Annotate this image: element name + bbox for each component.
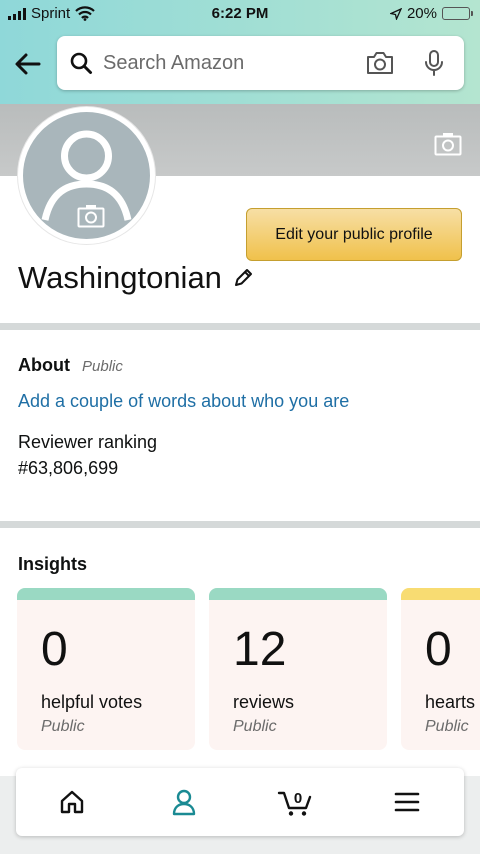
nav-cart[interactable]: 0 (268, 768, 324, 836)
insight-label: helpful votes (41, 692, 143, 712)
home-icon (60, 790, 84, 814)
account-icon (172, 789, 196, 816)
about-title: About (18, 355, 70, 375)
camera-search-icon[interactable] (365, 50, 395, 76)
edit-profile-button[interactable]: Edit your public profile (246, 208, 462, 261)
insight-value: 0 (425, 623, 452, 676)
insight-visibility: Public (233, 718, 277, 735)
nav-account[interactable] (156, 768, 212, 836)
reviewer-ranking-value: #63,806,699 (18, 458, 119, 478)
status-bar: Sprint 6:22 PM 20% (0, 0, 480, 30)
header: Sprint 6:22 PM 20% (0, 0, 480, 104)
menu-icon (394, 792, 420, 812)
cart-count: 0 (294, 790, 302, 807)
add-bio-link[interactable]: Add a couple of words about who you are (18, 391, 349, 412)
card-color-band (209, 588, 387, 600)
insight-visibility: Public (425, 718, 469, 735)
section-divider (0, 521, 480, 528)
insight-card-helpful-votes[interactable]: 0 helpful votes Public (17, 588, 195, 750)
cart-icon: 0 (277, 790, 312, 816)
search-input[interactable] (103, 48, 343, 78)
cover-camera-icon[interactable] (434, 132, 462, 156)
search-icon (70, 52, 92, 74)
about-visibility: Public (82, 358, 123, 375)
profile-name-row: Washingtonian (18, 260, 254, 296)
insight-value: 0 (41, 623, 68, 676)
card-color-band (401, 588, 480, 600)
nav-home[interactable] (44, 768, 100, 836)
pencil-icon[interactable] (232, 267, 254, 289)
battery-label: 20% (406, 5, 437, 22)
insight-value: 12 (233, 623, 287, 676)
bottom-nav: 0 (16, 768, 464, 836)
microphone-icon[interactable] (423, 49, 445, 77)
location-arrow-icon (389, 7, 402, 20)
insight-label: reviews (233, 692, 295, 712)
insights-title: Insights (18, 554, 88, 574)
insight-card-reviews[interactable]: 12 reviews Public (209, 588, 387, 750)
nav-menu[interactable] (379, 768, 435, 836)
avatar-camera-icon[interactable] (77, 204, 105, 228)
avatar[interactable] (18, 107, 155, 244)
back-arrow-icon[interactable] (12, 48, 44, 80)
battery-icon (442, 7, 473, 20)
section-divider (0, 323, 480, 330)
insight-label: hearts (425, 692, 476, 712)
search-bar[interactable] (57, 36, 464, 90)
profile-name: Washingtonian (18, 260, 222, 295)
insight-card-hearts[interactable]: 0 hearts Public (401, 588, 480, 750)
insight-visibility: Public (41, 718, 85, 735)
card-color-band (17, 588, 195, 600)
reviewer-ranking-label: Reviewer ranking (18, 432, 158, 452)
